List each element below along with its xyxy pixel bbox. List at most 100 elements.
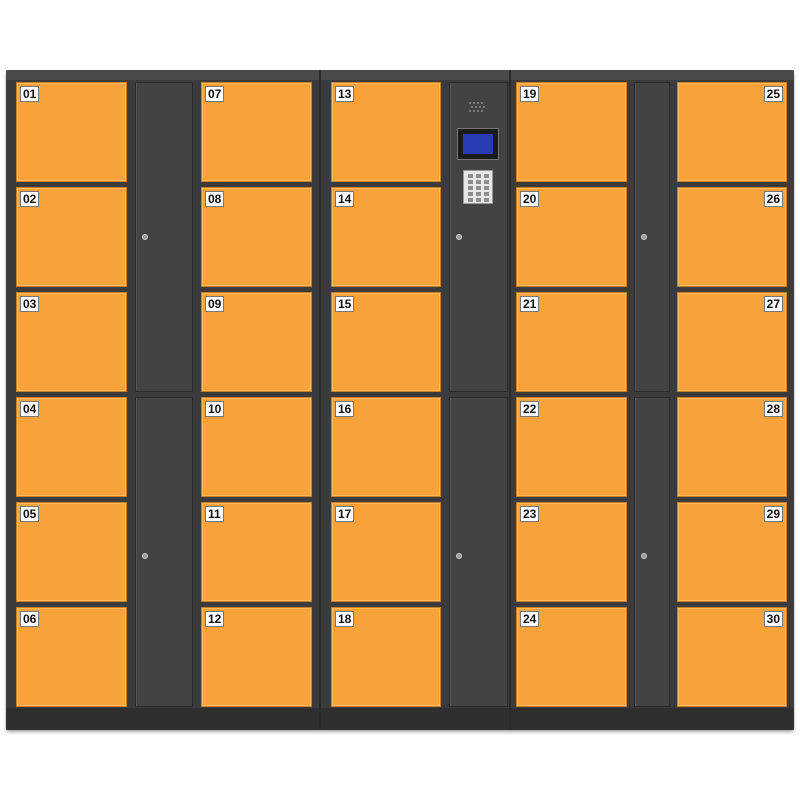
locker-door[interactable]: 01 bbox=[16, 82, 127, 182]
speaker-dot bbox=[483, 106, 485, 108]
speaker-grille-icon bbox=[469, 102, 487, 114]
locker-number-label: 23 bbox=[520, 506, 540, 522]
locker-number-label: 02 bbox=[20, 191, 40, 207]
keypad-key[interactable] bbox=[476, 180, 481, 184]
speaker-dot bbox=[469, 102, 471, 104]
side-panel bbox=[634, 82, 670, 392]
locker-number-label: 07 bbox=[205, 86, 225, 102]
lcd-display bbox=[463, 134, 493, 154]
speaker-dot bbox=[471, 106, 473, 108]
lcd-screen-icon[interactable] bbox=[457, 128, 499, 160]
locker-door[interactable]: 26 bbox=[677, 187, 787, 287]
locker-number-label: 10 bbox=[205, 401, 225, 417]
locker-door[interactable]: 15 bbox=[331, 292, 441, 392]
locker-door[interactable]: 18 bbox=[331, 607, 441, 707]
locker-number-label: 22 bbox=[520, 401, 540, 417]
locker-door[interactable]: 05 bbox=[16, 502, 127, 602]
locker-door[interactable]: 19 bbox=[516, 82, 627, 182]
locker-number-label: 20 bbox=[520, 191, 540, 207]
locker-door[interactable]: 07 bbox=[201, 82, 312, 182]
locker-number-label: 16 bbox=[335, 401, 355, 417]
speaker-dot bbox=[477, 102, 479, 104]
keypad-key[interactable] bbox=[476, 198, 481, 202]
cabinet-base bbox=[6, 708, 794, 730]
locker-number-label: 04 bbox=[20, 401, 40, 417]
locker-number-label: 27 bbox=[763, 296, 783, 312]
side-panel bbox=[634, 397, 670, 707]
locker-number-label: 18 bbox=[335, 611, 355, 627]
keyhole-icon[interactable] bbox=[641, 553, 647, 559]
locker-door[interactable]: 11 bbox=[201, 502, 312, 602]
speaker-dot bbox=[479, 106, 481, 108]
locker-number-label: 25 bbox=[763, 86, 783, 102]
locker-door[interactable]: 24 bbox=[516, 607, 627, 707]
locker-door[interactable]: 13 bbox=[331, 82, 441, 182]
locker-door[interactable]: 04 bbox=[16, 397, 127, 497]
locker-door[interactable]: 02 bbox=[16, 187, 127, 287]
keypad-key[interactable] bbox=[476, 186, 481, 190]
locker-door[interactable]: 09 bbox=[201, 292, 312, 392]
speaker-dot bbox=[473, 102, 475, 104]
locker-number-label: 29 bbox=[763, 506, 783, 522]
keypad-key[interactable] bbox=[484, 180, 489, 184]
locker-door[interactable]: 28 bbox=[677, 397, 787, 497]
keyhole-icon[interactable] bbox=[641, 234, 647, 240]
keypad-icon[interactable] bbox=[463, 170, 493, 204]
locker-door[interactable]: 17 bbox=[331, 502, 441, 602]
locker-door[interactable]: 29 bbox=[677, 502, 787, 602]
keypad-key[interactable] bbox=[468, 174, 473, 178]
keypad-key[interactable] bbox=[484, 174, 489, 178]
locker-number-label: 09 bbox=[205, 296, 225, 312]
locker-number-label: 26 bbox=[763, 191, 783, 207]
speaker-dot bbox=[473, 110, 475, 112]
locker-door[interactable]: 06 bbox=[16, 607, 127, 707]
cabinet-seam bbox=[319, 70, 321, 730]
locker-door[interactable]: 22 bbox=[516, 397, 627, 497]
locker-door[interactable]: 03 bbox=[16, 292, 127, 392]
keyhole-icon[interactable] bbox=[456, 553, 462, 559]
speaker-dot bbox=[475, 106, 477, 108]
locker-number-label: 24 bbox=[520, 611, 540, 627]
keypad-key[interactable] bbox=[476, 192, 481, 196]
locker-door[interactable]: 27 bbox=[677, 292, 787, 392]
locker-door[interactable]: 16 bbox=[331, 397, 441, 497]
speaker-dot bbox=[481, 110, 483, 112]
locker-number-label: 30 bbox=[763, 611, 783, 627]
locker-number-label: 08 bbox=[205, 191, 225, 207]
cabinet-top-rail bbox=[6, 70, 794, 80]
locker-number-label: 19 bbox=[520, 86, 540, 102]
locker-number-label: 06 bbox=[20, 611, 40, 627]
locker-door[interactable]: 21 bbox=[516, 292, 627, 392]
locker-door[interactable]: 25 bbox=[677, 82, 787, 182]
locker-number-label: 15 bbox=[335, 296, 355, 312]
locker-number-label: 12 bbox=[205, 611, 225, 627]
speaker-dot bbox=[469, 110, 471, 112]
side-panel bbox=[135, 397, 193, 707]
locker-number-label: 11 bbox=[205, 506, 224, 522]
locker-number-label: 03 bbox=[20, 296, 40, 312]
locker-door[interactable]: 30 bbox=[677, 607, 787, 707]
locker-door[interactable]: 20 bbox=[516, 187, 627, 287]
keypad-key[interactable] bbox=[484, 192, 489, 196]
cabinet-seam bbox=[509, 70, 511, 730]
locker-number-label: 14 bbox=[335, 191, 355, 207]
locker-door[interactable]: 10 bbox=[201, 397, 312, 497]
keypad-key[interactable] bbox=[484, 198, 489, 202]
locker-door[interactable]: 12 bbox=[201, 607, 312, 707]
keypad-key[interactable] bbox=[468, 198, 473, 202]
keyhole-icon[interactable] bbox=[142, 234, 148, 240]
locker-door[interactable]: 08 bbox=[201, 187, 312, 287]
keypad-key[interactable] bbox=[468, 186, 473, 190]
locker-door[interactable]: 14 bbox=[331, 187, 441, 287]
keyhole-icon[interactable] bbox=[456, 234, 462, 240]
locker-number-label: 13 bbox=[335, 86, 355, 102]
speaker-dot bbox=[481, 102, 483, 104]
keyhole-icon[interactable] bbox=[142, 553, 148, 559]
keypad-key[interactable] bbox=[484, 186, 489, 190]
keypad-key[interactable] bbox=[468, 180, 473, 184]
locker-door[interactable]: 23 bbox=[516, 502, 627, 602]
keypad-key[interactable] bbox=[468, 192, 473, 196]
keypad-key[interactable] bbox=[476, 174, 481, 178]
locker-number-label: 17 bbox=[335, 506, 355, 522]
locker-number-label: 28 bbox=[763, 401, 783, 417]
